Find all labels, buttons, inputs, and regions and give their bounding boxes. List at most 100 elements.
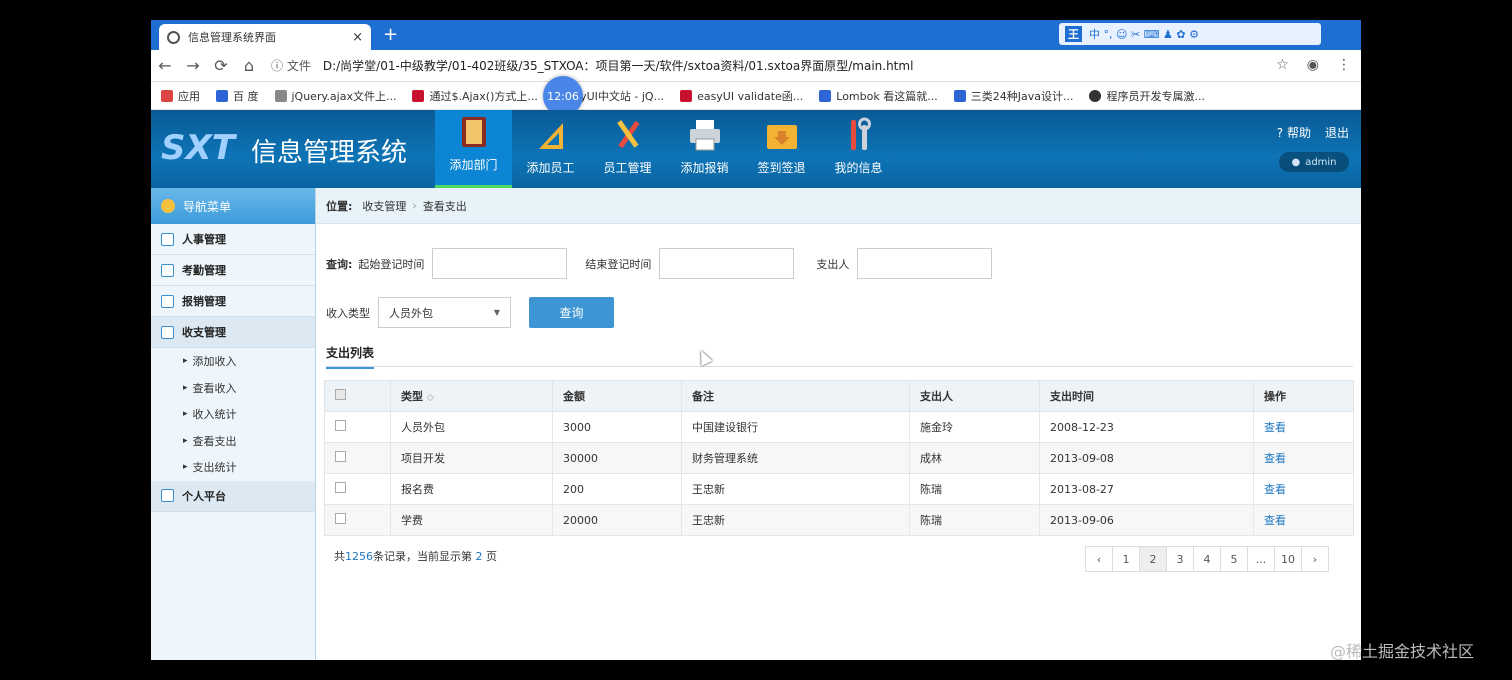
- page-button[interactable]: 10: [1274, 546, 1302, 572]
- cell-time: 2013-09-06: [1039, 504, 1254, 536]
- ime-tools[interactable]: 中 °, ☺ ✂ ⌨ ♟ ✿ ⚙: [1089, 26, 1199, 42]
- system-title: 信息管理系统: [251, 138, 408, 168]
- column-header-type[interactable]: 类型 ◇: [390, 380, 553, 412]
- sort-icon[interactable]: ◇: [427, 393, 434, 403]
- help-link[interactable]: ? 帮助: [1277, 124, 1311, 141]
- bookmark-star-icon[interactable]: ☆: [1276, 57, 1289, 73]
- module-my-info[interactable]: 我的信息: [820, 110, 897, 188]
- folder-icon: [766, 125, 797, 149]
- module-add-reimburse[interactable]: 添加报销: [666, 110, 743, 188]
- query-button[interactable]: 查询: [529, 297, 614, 328]
- sidebar-group-finance[interactable]: 收支管理: [151, 317, 315, 348]
- expense-table: 类型 ◇ 金额 备注 支出人 支出时间 操作 人员外包 3000 中国建设银行 …: [324, 380, 1354, 536]
- cell-amount: 20000: [552, 504, 682, 536]
- csdn-icon: [680, 89, 693, 102]
- tools-icon: [616, 120, 640, 149]
- end-time-input[interactable]: [659, 248, 795, 279]
- module-sign-in-out[interactable]: 签到签退: [743, 110, 820, 188]
- logout-link[interactable]: 退出: [1325, 124, 1349, 141]
- start-time-input[interactable]: [432, 248, 568, 279]
- cell-payer: 成林: [909, 442, 1040, 474]
- edit-icon: [161, 263, 174, 277]
- bookmark-item[interactable]: 程序员开发专属激...: [1089, 88, 1205, 104]
- sidebar-item-view-expense[interactable]: 查看支出: [151, 428, 315, 455]
- forward-icon[interactable]: →: [179, 56, 207, 75]
- profile-icon[interactable]: ◉: [1307, 57, 1319, 73]
- cell-note: 王忠新: [681, 473, 910, 505]
- bookmark-item[interactable]: jQuery.ajax文件上...: [274, 88, 396, 104]
- sidebar-group-personal[interactable]: 个人平台: [151, 480, 315, 512]
- row-checkbox[interactable]: [324, 473, 391, 505]
- page-button-current[interactable]: 2: [1139, 546, 1167, 572]
- info-icon[interactable]: ⓘ 文件: [271, 57, 311, 74]
- new-tab-button[interactable]: +: [383, 24, 398, 45]
- bookmark-item[interactable]: 应用: [161, 88, 200, 104]
- address-actions: ☆ ◉ ⋮: [1276, 57, 1351, 73]
- payer-input[interactable]: [857, 248, 993, 279]
- view-link[interactable]: 查看: [1264, 452, 1286, 465]
- edit-icon: [161, 294, 174, 308]
- table-row: 人员外包 3000 中国建设银行 施金玲 2008-12-23 查看: [324, 411, 1354, 443]
- ime-toolbar[interactable]: 王 中 °, ☺ ✂ ⌨ ♟ ✿ ⚙: [1059, 23, 1321, 45]
- table-row: 报名费 200 王忠新 陈瑞 2013-08-27 查看: [324, 473, 1354, 505]
- end-time-label: 结束登记时间: [585, 257, 652, 271]
- browser-tab[interactable]: 信息管理系统界面 ×: [159, 24, 371, 50]
- column-header: 支出人: [909, 380, 1040, 412]
- user-badge[interactable]: ● admin: [1279, 152, 1349, 172]
- cell-payer: 陈瑞: [909, 504, 1040, 536]
- home-icon[interactable]: ⌂: [235, 56, 263, 75]
- bookmark-item[interactable]: easyUI validate函...: [680, 88, 803, 104]
- row-checkbox[interactable]: [324, 442, 391, 474]
- row-checkbox[interactable]: [324, 411, 391, 443]
- cell-amount: 200: [552, 473, 682, 505]
- view-link[interactable]: 查看: [1264, 514, 1286, 527]
- module-employee-manage[interactable]: 员工管理: [589, 110, 666, 188]
- cell-note: 中国建设银行: [681, 411, 910, 443]
- sidebar-group-hr[interactable]: 人事管理: [151, 224, 315, 255]
- reload-icon[interactable]: ⟳: [207, 56, 235, 75]
- current-page: 2: [475, 550, 483, 563]
- breadcrumb-item: 查看支出: [422, 199, 467, 213]
- edit-icon: [161, 232, 174, 246]
- income-type-select[interactable]: 人员外包 ▼: [378, 297, 511, 328]
- cell-type: 学费: [390, 504, 553, 536]
- page-button[interactable]: 3: [1166, 546, 1194, 572]
- page-next-button[interactable]: ›: [1301, 546, 1329, 572]
- module-add-employee[interactable]: 添加员工: [512, 110, 589, 188]
- page-button[interactable]: 1: [1112, 546, 1140, 572]
- nav-menu-header[interactable]: 导航菜单: [151, 188, 315, 224]
- select-all-checkbox[interactable]: [324, 380, 391, 412]
- sidebar-item-view-income[interactable]: 查看收入: [151, 375, 315, 402]
- baidu-icon: [216, 89, 228, 102]
- page-button[interactable]: 4: [1193, 546, 1221, 572]
- csdn-icon: [412, 89, 425, 102]
- table-row: 学费 20000 王忠新 陈瑞 2013-09-06 查看: [324, 504, 1354, 536]
- sidebar-item-income-stats[interactable]: 收入统计: [151, 401, 315, 428]
- tab-bar: 信息管理系统界面 × + 王 中 °, ☺ ✂ ⌨ ♟ ✿ ⚙: [151, 20, 1361, 50]
- page-prev-button[interactable]: ‹: [1085, 546, 1113, 572]
- pagination: ‹ 1 2 3 4 5 ... 10 ›: [1085, 546, 1329, 572]
- page-button[interactable]: 5: [1220, 546, 1248, 572]
- url-field[interactable]: D:/尚学堂/01-中级教学/01-402班级/35_STXOA：项目第一天/软…: [323, 57, 914, 74]
- back-icon[interactable]: ←: [151, 56, 179, 75]
- breadcrumb-item[interactable]: 收支管理: [362, 198, 406, 214]
- bookmark-item[interactable]: 通过$.Ajax()方式上...: [412, 88, 538, 104]
- sidebar-group-attendance[interactable]: 考勤管理: [151, 255, 315, 286]
- bookmark-item[interactable]: 百 度: [216, 88, 259, 104]
- start-time-label: 起始登记时间: [358, 257, 425, 271]
- page-ellipsis: ...: [1247, 546, 1275, 572]
- sidebar-item-expense-stats[interactable]: 支出统计: [151, 454, 315, 481]
- bookmark-item[interactable]: 三类24种Java设计...: [953, 88, 1073, 104]
- menu-icon[interactable]: ⋮: [1337, 57, 1351, 73]
- jquery-icon: [274, 89, 287, 102]
- module-nav: 添加部门 添加员工 员工管理 添加报销 签到签退 我的信息: [435, 110, 897, 188]
- sidebar-group-reimburse[interactable]: 报销管理: [151, 286, 315, 317]
- bookmark-item[interactable]: Lombok 看这篇就...: [819, 88, 938, 104]
- row-checkbox[interactable]: [324, 504, 391, 536]
- view-link[interactable]: 查看: [1264, 483, 1286, 496]
- sidebar-item-add-income[interactable]: 添加收入: [151, 348, 315, 375]
- module-add-department[interactable]: 添加部门: [435, 110, 512, 188]
- view-link[interactable]: 查看: [1264, 421, 1286, 434]
- address-bar: ← → ⟳ ⌂ ⓘ 文件 D:/尚学堂/01-中级教学/01-402班级/35_…: [151, 50, 1361, 82]
- tab-close-icon[interactable]: ×: [352, 30, 363, 45]
